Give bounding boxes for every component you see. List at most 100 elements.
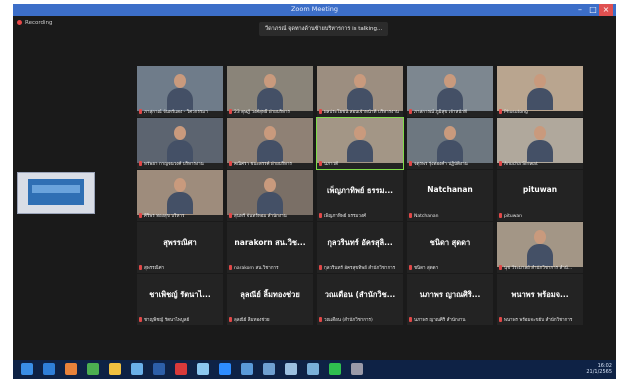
participant-video <box>227 66 313 111</box>
participant-name-large: pituwan <box>522 185 558 194</box>
participant-tile[interactable]: กุลวรินทร์ อัครสุลิ... กุลวรินทร์ อัครสุข… <box>317 222 403 273</box>
firefox-icon[interactable] <box>65 363 77 375</box>
close-button[interactable]: × <box>599 4 613 16</box>
acrobat-icon[interactable] <box>175 363 187 375</box>
person-silhouette <box>165 178 195 214</box>
person-silhouette <box>435 126 465 162</box>
muted-mic-icon <box>499 161 502 166</box>
app6-icon[interactable] <box>351 363 363 375</box>
record-dot-icon <box>17 20 22 25</box>
participant-tile[interactable]: นุช วีระมาลย์ สำนักวิชาการ สำนั... <box>497 222 583 273</box>
app5-icon[interactable] <box>307 363 319 375</box>
participant-name-large: ชนิดา สุดดา <box>429 238 471 247</box>
person-body <box>527 88 553 110</box>
participant-video <box>227 170 313 215</box>
participant-tile[interactable]: ชนิดา สุดดา ชนิดา สุดดา <box>407 222 493 273</box>
participant-name-text: ผลประโยชน์ สอนเจ้าหน้าที่ บริหารงาน <box>324 110 399 115</box>
participant-video <box>137 66 223 111</box>
recording-indicator[interactable]: Recording <box>17 20 53 26</box>
participant-video <box>407 66 493 111</box>
participant-name-text: ลุลณีย์ ลิ้มทองช่วย <box>234 318 270 323</box>
participant-name-text: pituwan <box>504 214 523 219</box>
participant-name-text: เพ็ญภาทิพย์ ธรรมวงศ์ <box>324 214 366 219</box>
participant-tile[interactable]: จตุรพร รุ่งทองคำ ปฏิบัติงาน <box>407 118 493 169</box>
photoshop-icon[interactable] <box>153 363 165 375</box>
muted-mic-icon <box>499 109 502 114</box>
participant-name-text: สุพรรณิศา <box>144 266 165 271</box>
muted-mic-icon <box>229 265 232 270</box>
participant-tile[interactable]: Anucha Siriwat <box>497 118 583 169</box>
participant-name-text: พนาพร พร้อมจะขยับ สำนักวิชาการ <box>504 318 573 323</box>
muted-mic-icon <box>409 265 412 270</box>
participant-tile[interactable]: คณิศรา ชนะสรรค์ ฝ่ายบริหาร <box>227 118 313 169</box>
participant-name-label: ภาสุกาณ์ จันทร์แดง - วิศวกรรมฯ <box>139 109 221 116</box>
participant-name-label: นภาพร ญาณศิริ สำนักงาน <box>409 317 491 324</box>
participant-tile[interactable]: pituwan pituwan <box>497 170 583 221</box>
participant-tile[interactable]: Phusutong <box>497 66 583 117</box>
muted-mic-icon <box>319 161 322 166</box>
app-icon[interactable] <box>131 363 143 375</box>
participant-tile[interactable]: ลุลณีย์ ลิ้มทองช่วย ลุลณีย์ ลิ้มทองช่วย <box>227 274 313 325</box>
person-head <box>534 230 546 244</box>
muted-mic-icon <box>139 109 142 114</box>
participant-tile[interactable]: ทรัพยา กาญจนวงศ์ บริหารงาน <box>137 118 223 169</box>
person-head <box>444 74 456 88</box>
minimize-button[interactable]: – <box>573 4 587 16</box>
participant-name-label: Anucha Siriwat <box>499 161 581 168</box>
participant-tile[interactable]: นภาพร ญาณศิริ... นภาพร ญาณศิริ สำนักงาน <box>407 274 493 325</box>
self-view-thumbnail[interactable] <box>17 172 95 214</box>
app2-icon[interactable] <box>241 363 253 375</box>
participant-tile[interactable]: ผลประโยชน์ สอนเจ้าหน้าที่ บริหารงาน <box>317 66 403 117</box>
muted-mic-icon <box>409 317 412 322</box>
zoom-icon[interactable] <box>219 363 231 375</box>
participant-name-label: นุช วีระมาลย์ สำนักวิชาการ สำนั... <box>499 265 581 272</box>
system-tray[interactable]: 16:02 21/1/2565 <box>586 363 612 375</box>
chrome-icon[interactable] <box>87 363 99 375</box>
person-body <box>437 140 463 162</box>
person-head <box>174 178 186 192</box>
participant-name-label: pituwan <box>499 213 581 220</box>
muted-mic-icon <box>409 109 412 114</box>
person-body <box>527 244 553 266</box>
muted-mic-icon <box>229 213 232 218</box>
participant-tile[interactable]: พนาพร พร้อมจ... พนาพร พร้อมจะขยับ สำนักวิ… <box>497 274 583 325</box>
participant-name-text: Natchanan <box>414 214 439 219</box>
participant-name-label: ชนิดา สุดดา <box>409 265 491 272</box>
start-icon[interactable] <box>21 363 33 375</box>
participant-tile[interactable]: ชาเพิชญ์ รัตนาไ... ชาญพิชญ์ รัตนาไพบูลย์ <box>137 274 223 325</box>
participant-name-large: ชาเพิชญ์ รัตนาไ... <box>149 290 211 299</box>
participant-tile[interactable]: ศิริพร ทองสุข บริหาร <box>137 170 223 221</box>
participant-name-text: ชนิดา สุดดา <box>414 266 439 271</box>
participant-tile[interactable]: ภาสุกาณ์ จันทร์แดง - วิศวกรรมฯ <box>137 66 223 117</box>
person-head <box>174 74 186 88</box>
participant-tile[interactable]: เพ็ญภาทิพย์ ธรรม... เพ็ญภาทิพย์ ธรรมวงศ์ <box>317 170 403 221</box>
app4-icon[interactable] <box>285 363 297 375</box>
participant-tile[interactable]: วณเดือน (สำนักวิช... วณเดือน (สำนักวิชากา… <box>317 274 403 325</box>
files-icon[interactable] <box>109 363 121 375</box>
participant-tile[interactable]: สุนทรี จันทร์หอม สำนักงาน <box>227 170 313 221</box>
muted-mic-icon <box>139 317 142 322</box>
participant-tile[interactable]: narakorn สน.วิช... narakorn สน.วิชาการ <box>227 222 313 273</box>
participant-name-label: ภาสการณ์ ภูมิสุข เจ้าหน้าที่ <box>409 109 491 116</box>
app3-icon[interactable] <box>263 363 275 375</box>
participant-name-label: ผลประโยชน์ สอนเจ้าหน้าที่ บริหารงาน <box>319 109 401 116</box>
edge-icon[interactable] <box>43 363 55 375</box>
participant-name-text: สุนทรี จันทร์หอม สำนักงาน <box>234 214 287 219</box>
person-body <box>257 192 283 214</box>
muted-mic-icon <box>319 109 322 114</box>
media-icon[interactable] <box>197 363 209 375</box>
person-silhouette <box>255 126 285 162</box>
person-silhouette <box>165 126 195 162</box>
participant-name-text: ภาสการณ์ ภูมิสุข เจ้าหน้าที่ <box>414 110 467 115</box>
participant-tile[interactable]: สุพรรณิศา สุพรรณิศา <box>137 222 223 273</box>
muted-mic-icon <box>409 161 412 166</box>
participant-name-text: ศิริพร ทองสุข บริหาร <box>144 214 185 219</box>
participant-tile[interactable]: 23 ดุษฎี วงศ์สุทธิ์ ฝ่ายบริหาร <box>227 66 313 117</box>
participant-tile[interactable]: Natchanan Natchanan <box>407 170 493 221</box>
line-icon[interactable] <box>329 363 341 375</box>
participant-video <box>407 118 493 163</box>
participant-tile[interactable]: ภาสการณ์ ภูมิสุข เจ้าหน้าที่ <box>407 66 493 117</box>
maximize-button[interactable]: □ <box>586 4 600 16</box>
participant-tile[interactable]: นภาวดี <box>316 117 404 170</box>
person-silhouette <box>255 74 285 110</box>
